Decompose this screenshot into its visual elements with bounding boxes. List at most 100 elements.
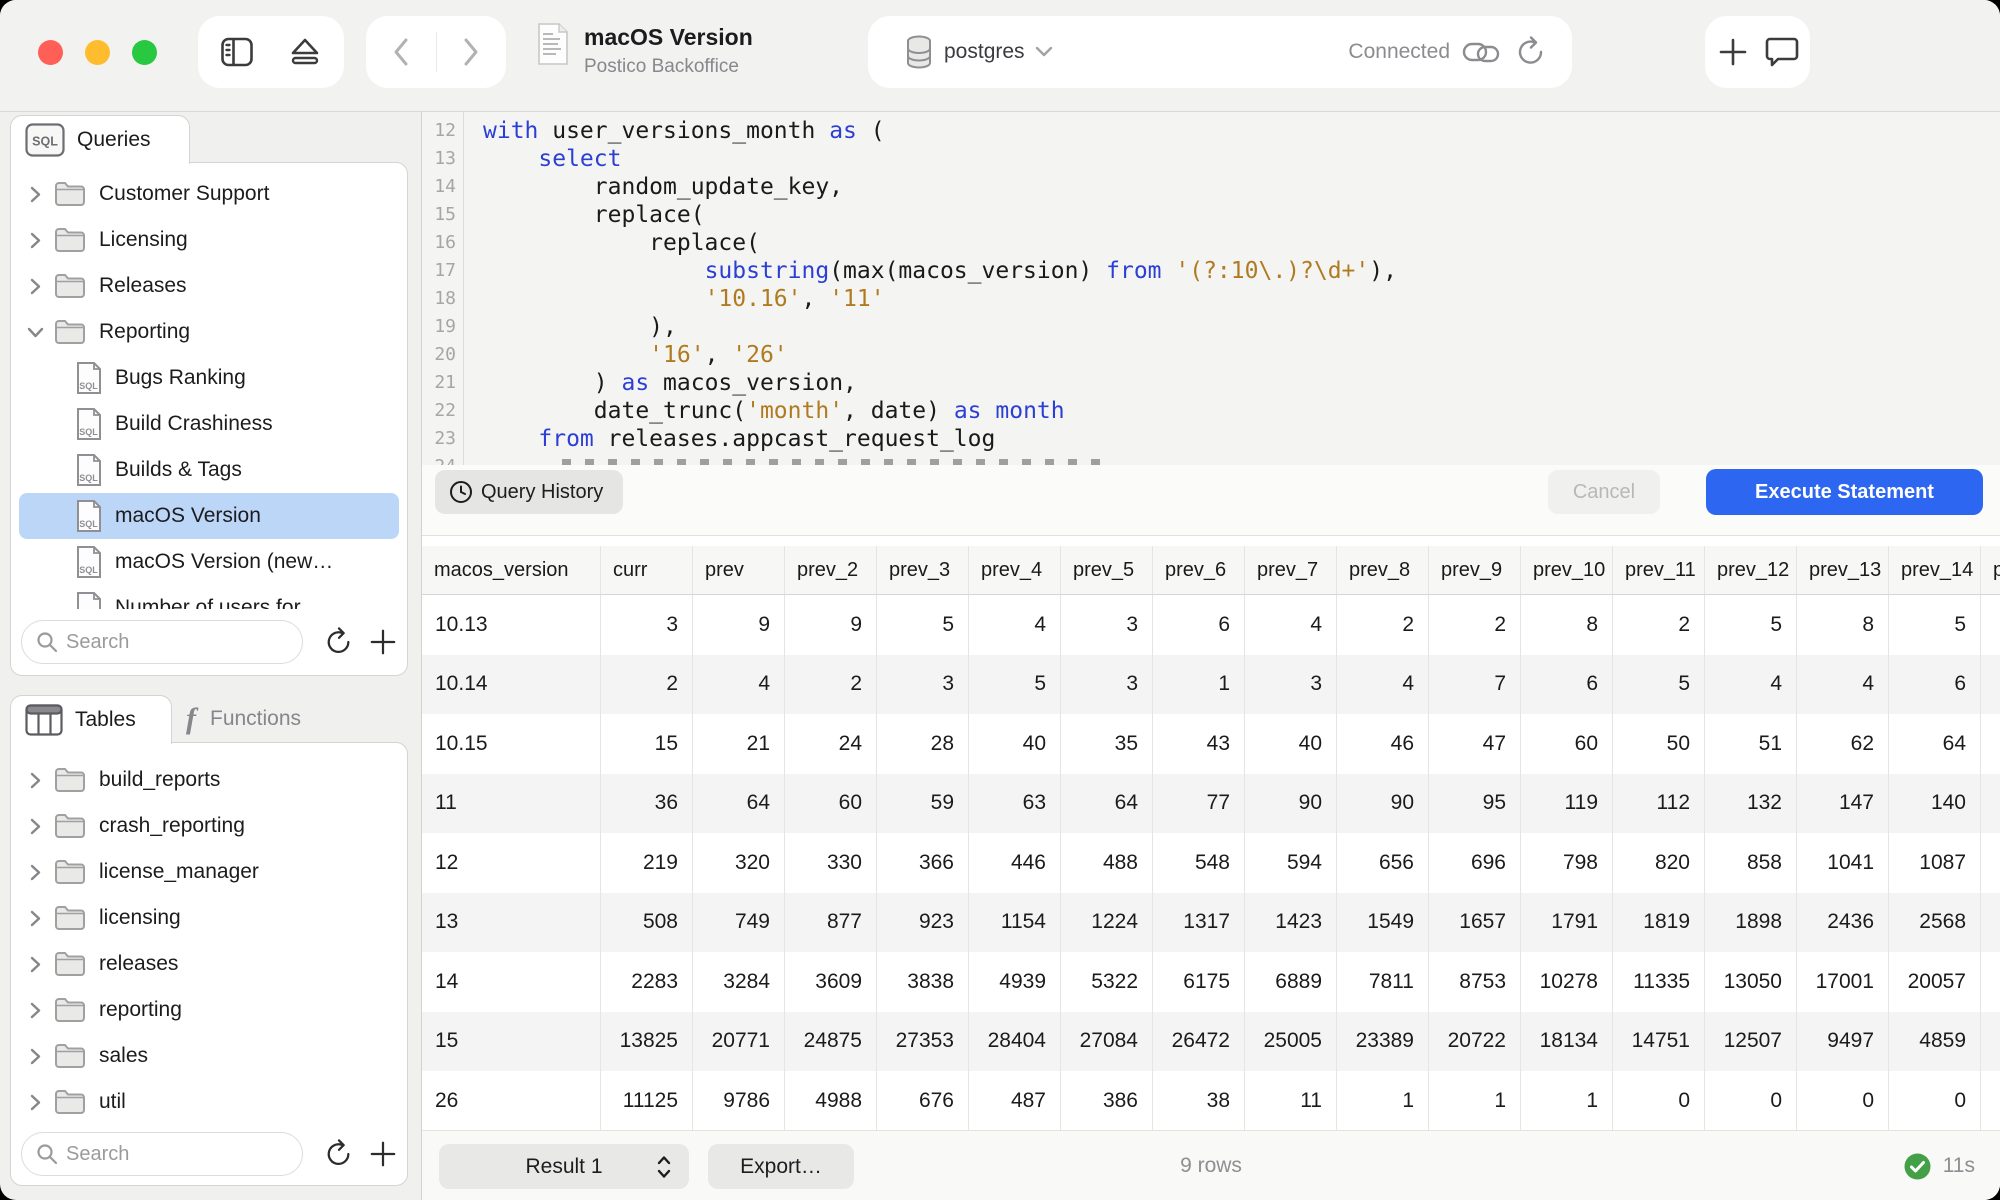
cell-prev-11[interactable]: 1819 bbox=[1613, 893, 1705, 953]
cell-prev-5[interactable]: 1224 bbox=[1061, 893, 1153, 953]
tab-tables[interactable]: Tables bbox=[10, 695, 172, 744]
cell-prev-9[interactable]: 20722 bbox=[1429, 1012, 1521, 1072]
cell-prev-8[interactable]: 1549 bbox=[1337, 893, 1429, 953]
cell-prev-11[interactable]: 14751 bbox=[1613, 1012, 1705, 1072]
cell-prev-5[interactable]: 3 bbox=[1061, 595, 1153, 655]
cell-macos-version[interactable]: 10.15 bbox=[422, 714, 601, 774]
cell-prev-2[interactable]: 24875 bbox=[785, 1012, 877, 1072]
cell-prev-4[interactable]: 4 bbox=[969, 595, 1061, 655]
cell-prev[interactable]: 20771 bbox=[693, 1012, 785, 1072]
cell-prev-8[interactable]: 1 bbox=[1337, 1071, 1429, 1130]
column-header-curr[interactable]: curr bbox=[601, 546, 693, 594]
cell-prev[interactable]: 749 bbox=[693, 893, 785, 953]
cell-prev-6[interactable]: 43 bbox=[1153, 714, 1245, 774]
tables-search-input[interactable] bbox=[66, 1143, 281, 1166]
cell-prev-8[interactable]: 4 bbox=[1337, 655, 1429, 715]
cell-prev-4[interactable]: 63 bbox=[969, 774, 1061, 834]
cell-prev-5[interactable]: 488 bbox=[1061, 833, 1153, 893]
cell-prev-13[interactable]: 8 bbox=[1797, 595, 1889, 655]
cell-prev-15[interactable] bbox=[1981, 774, 2000, 834]
cell-prev-3[interactable]: 366 bbox=[877, 833, 969, 893]
cell-prev-4[interactable]: 1154 bbox=[969, 893, 1061, 953]
sidebar-item-macos-version-new[interactable]: SQLmacOS Version (new… bbox=[11, 539, 407, 585]
column-header-prev-12[interactable]: prev_12 bbox=[1705, 546, 1797, 594]
cell-prev-9[interactable]: 1657 bbox=[1429, 893, 1521, 953]
cell-curr[interactable]: 219 bbox=[601, 833, 693, 893]
chevron-down-icon[interactable] bbox=[1035, 46, 1053, 58]
sidebar-item-licensing[interactable]: licensing bbox=[11, 895, 407, 941]
cell-prev-12[interactable]: 1898 bbox=[1705, 893, 1797, 953]
cell-macos-version[interactable]: 10.14 bbox=[422, 655, 601, 715]
column-header-prev-11[interactable]: prev_11 bbox=[1613, 546, 1705, 594]
cell-prev-7[interactable]: 40 bbox=[1245, 714, 1337, 774]
column-header-prev-15[interactable]: prev_15 bbox=[1981, 546, 2000, 594]
cell-prev[interactable]: 9 bbox=[693, 595, 785, 655]
cell-prev-12[interactable]: 12507 bbox=[1705, 1012, 1797, 1072]
query-history-button[interactable]: Query History bbox=[435, 470, 623, 514]
cell-prev-14[interactable]: 1087 bbox=[1889, 833, 1981, 893]
cell-prev-14[interactable]: 140 bbox=[1889, 774, 1981, 834]
cell-curr[interactable]: 13825 bbox=[601, 1012, 693, 1072]
cell-prev-5[interactable]: 3 bbox=[1061, 655, 1153, 715]
sidebar-item-releases[interactable]: Releases bbox=[11, 263, 407, 309]
cell-prev-12[interactable]: 13050 bbox=[1705, 952, 1797, 1012]
cell-prev-2[interactable]: 3609 bbox=[785, 952, 877, 1012]
cell-prev[interactable]: 64 bbox=[693, 774, 785, 834]
cell-prev-7[interactable]: 594 bbox=[1245, 833, 1337, 893]
sidebar-item-reporting[interactable]: reporting bbox=[11, 987, 407, 1033]
cell-prev-7[interactable]: 11 bbox=[1245, 1071, 1337, 1130]
database-icon[interactable] bbox=[904, 34, 934, 70]
column-header-prev-8[interactable]: prev_8 bbox=[1337, 546, 1429, 594]
cell-macos-version[interactable]: 12 bbox=[422, 833, 601, 893]
cell-prev-15[interactable] bbox=[1981, 952, 2000, 1012]
cell-prev-4[interactable]: 5 bbox=[969, 655, 1061, 715]
cell-prev-9[interactable]: 47 bbox=[1429, 714, 1521, 774]
cell-prev-4[interactable]: 4939 bbox=[969, 952, 1061, 1012]
eject-button[interactable] bbox=[275, 22, 335, 82]
cell-prev-6[interactable]: 26472 bbox=[1153, 1012, 1245, 1072]
cell-prev-5[interactable]: 35 bbox=[1061, 714, 1153, 774]
cell-prev-12[interactable]: 132 bbox=[1705, 774, 1797, 834]
cell-prev-14[interactable]: 20057 bbox=[1889, 952, 1981, 1012]
cell-prev-5[interactable]: 5322 bbox=[1061, 952, 1153, 1012]
cell-prev-6[interactable]: 38 bbox=[1153, 1071, 1245, 1130]
cell-prev-11[interactable]: 2 bbox=[1613, 595, 1705, 655]
new-item-button[interactable] bbox=[1711, 22, 1755, 82]
sidebar-item-sales[interactable]: sales bbox=[11, 1033, 407, 1079]
cell-curr[interactable]: 15 bbox=[601, 714, 693, 774]
sql-editor[interactable]: 1112with user_versions_month as (13 sele… bbox=[422, 112, 2000, 465]
cell-prev-6[interactable]: 6 bbox=[1153, 595, 1245, 655]
cell-prev-15[interactable] bbox=[1981, 714, 2000, 774]
cell-prev-3[interactable]: 5 bbox=[877, 595, 969, 655]
cell-prev-10[interactable]: 8 bbox=[1521, 595, 1613, 655]
cell-prev-5[interactable]: 386 bbox=[1061, 1071, 1153, 1130]
minimize-button[interactable] bbox=[85, 40, 110, 65]
cell-prev-10[interactable]: 119 bbox=[1521, 774, 1613, 834]
cell-prev-13[interactable]: 62 bbox=[1797, 714, 1889, 774]
cell-curr[interactable]: 11125 bbox=[601, 1071, 693, 1130]
column-header-prev-7[interactable]: prev_7 bbox=[1245, 546, 1337, 594]
forward-button[interactable] bbox=[441, 22, 501, 82]
cell-prev-6[interactable]: 77 bbox=[1153, 774, 1245, 834]
column-header-prev-3[interactable]: prev_3 bbox=[877, 546, 969, 594]
cell-prev-3[interactable]: 3838 bbox=[877, 952, 969, 1012]
add-table-button[interactable] bbox=[369, 1140, 397, 1168]
sidebar-item-reporting[interactable]: Reporting bbox=[11, 309, 407, 355]
column-header-prev-9[interactable]: prev_9 bbox=[1429, 546, 1521, 594]
cancel-button[interactable]: Cancel bbox=[1548, 470, 1660, 514]
cell-prev-2[interactable]: 330 bbox=[785, 833, 877, 893]
cell-prev-8[interactable]: 23389 bbox=[1337, 1012, 1429, 1072]
cell-prev-3[interactable]: 676 bbox=[877, 1071, 969, 1130]
back-button[interactable] bbox=[371, 22, 431, 82]
queries-refresh-button[interactable] bbox=[325, 627, 353, 657]
cell-prev-15[interactable] bbox=[1981, 1071, 2000, 1130]
sidebar-item-macos-version[interactable]: SQLmacOS Version bbox=[19, 493, 399, 539]
cell-prev-2[interactable]: 4988 bbox=[785, 1071, 877, 1130]
cell-prev-11[interactable]: 50 bbox=[1613, 714, 1705, 774]
cell-prev-4[interactable]: 487 bbox=[969, 1071, 1061, 1130]
cell-prev-7[interactable]: 90 bbox=[1245, 774, 1337, 834]
cell-prev-7[interactable]: 6889 bbox=[1245, 952, 1337, 1012]
cell-prev-3[interactable]: 27353 bbox=[877, 1012, 969, 1072]
cell-prev-15[interactable] bbox=[1981, 595, 2000, 655]
tab-functions[interactable]: f Functions bbox=[186, 695, 301, 743]
